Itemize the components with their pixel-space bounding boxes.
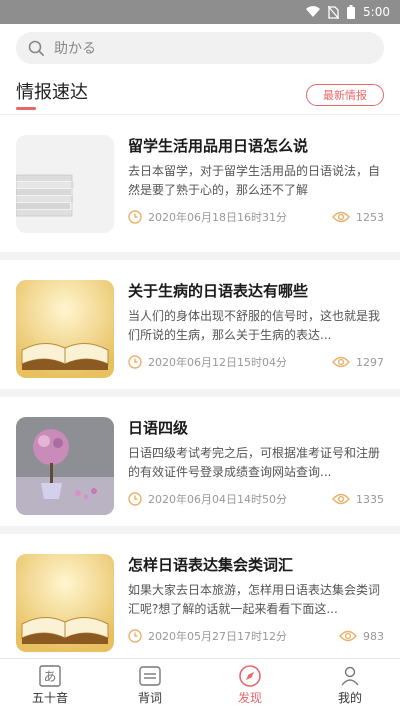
article-list: 留学生活用品用日语怎么说 去日本留学，对于留学生活用品的日语说法，自然是要了熟于… xyxy=(0,114,400,663)
flower-pot-icon xyxy=(16,417,114,515)
stacked-paper-icon xyxy=(16,135,114,233)
clock-icon xyxy=(128,355,142,369)
article-views: 1253 xyxy=(356,210,384,224)
article-thumbnail xyxy=(16,135,114,233)
clock-icon xyxy=(128,492,142,506)
eye-icon xyxy=(332,211,350,223)
tab-label: 发现 xyxy=(237,690,262,705)
tab-vocabulary[interactable]: 背词 xyxy=(100,659,200,711)
article-meta: 2020年06月18日16时31分 1253 xyxy=(128,209,384,225)
article-date: 2020年06月12日15时04分 xyxy=(148,356,287,369)
clock-icon xyxy=(128,629,142,643)
user-icon xyxy=(339,665,361,687)
article-views: 983 xyxy=(363,629,384,643)
article-thumbnail xyxy=(16,280,114,378)
article-date: 2020年06月18日16时31分 xyxy=(148,211,287,224)
list-item[interactable]: 关于生病的日语表达有哪些 当人们的身体出现不舒服的信号时，这也就是我们所说的生病… xyxy=(0,252,400,389)
article-views: 1335 xyxy=(356,492,384,506)
article-title: 怎样日语表达集会类词汇 xyxy=(128,556,294,574)
tab-label: 五十音 xyxy=(31,690,68,705)
bottom-tab-bar: あ 五十音 背词 发现 我的 xyxy=(0,658,400,711)
status-bar: 5:00 xyxy=(0,0,400,24)
open-book-icon xyxy=(16,554,114,652)
article-views: 1297 xyxy=(356,355,384,369)
list-item[interactable]: 怎样日语表达集会类词汇 如果大家去日本旅游，怎样用日语表达集会类词汇呢?想了解的… xyxy=(0,526,400,663)
list-item[interactable]: 留学生活用品用日语怎么说 去日本留学，对于留学生活用品的日语说法，自然是要了熟于… xyxy=(0,114,400,252)
section-title: 情报速达 xyxy=(16,82,88,103)
article-description: 当人们的身体出现不舒服的信号时，这也就是我们所说的生病，那么关于生病的表达... xyxy=(128,309,381,342)
article-description: 日语四级考试考完之后，可根据准考证号和注册的有效证件号登录成绩查询网站查询... xyxy=(128,446,381,479)
article-title: 留学生活用品用日语怎么说 xyxy=(128,137,309,155)
tab-profile[interactable]: 我的 xyxy=(300,659,400,711)
tab-discover[interactable]: 发现 xyxy=(200,659,300,711)
article-thumbnail xyxy=(16,554,114,652)
title-underline xyxy=(16,107,36,110)
article-date: 2020年05月27日17时12分 xyxy=(148,630,287,643)
article-title: 关于生病的日语表达有哪些 xyxy=(128,282,309,300)
tab-kana[interactable]: あ 五十音 xyxy=(0,659,100,711)
article-meta: 2020年05月27日17时12分 983 xyxy=(128,628,384,644)
tab-label: 背词 xyxy=(137,690,162,705)
eye-icon xyxy=(332,356,350,368)
compass-icon xyxy=(239,664,261,687)
search-input[interactable]: 助かる xyxy=(16,32,384,64)
search-placeholder: 助かる xyxy=(54,41,96,57)
article-description: 如果大家去日本旅游，怎样用日语表达集会类词汇呢?想了解的话就一起来看看下面这..… xyxy=(128,583,381,616)
eye-icon xyxy=(339,630,357,642)
article-description: 去日本留学，对于留学生活用品的日语说法，自然是要了熟于心的，那么还不了解 xyxy=(128,164,381,197)
no-sim-icon xyxy=(328,5,340,19)
status-time: 5:00 xyxy=(363,5,390,19)
article-meta: 2020年06月04日14时50分 1335 xyxy=(128,491,384,507)
list-item[interactable]: 日语四级 日语四级考试考完之后，可根据准考证号和注册的有效证件号登录成绩查询网站… xyxy=(0,389,400,526)
search-icon xyxy=(28,40,44,56)
open-book-icon xyxy=(16,280,114,378)
card-icon xyxy=(139,665,161,687)
battery-icon xyxy=(347,5,356,19)
eye-icon xyxy=(332,493,350,505)
svg-text:あ: あ xyxy=(43,670,56,685)
article-meta: 2020年06月12日15时04分 1297 xyxy=(128,354,384,370)
latest-news-button[interactable]: 最新情报 xyxy=(306,84,384,106)
kana-a-icon: あ xyxy=(39,664,61,687)
wifi-icon xyxy=(306,6,321,18)
article-date: 2020年06月04日14时50分 xyxy=(148,493,287,506)
tab-label: 我的 xyxy=(337,690,362,705)
article-title: 日语四级 xyxy=(128,419,189,437)
article-thumbnail xyxy=(16,417,114,515)
clock-icon xyxy=(128,210,142,224)
